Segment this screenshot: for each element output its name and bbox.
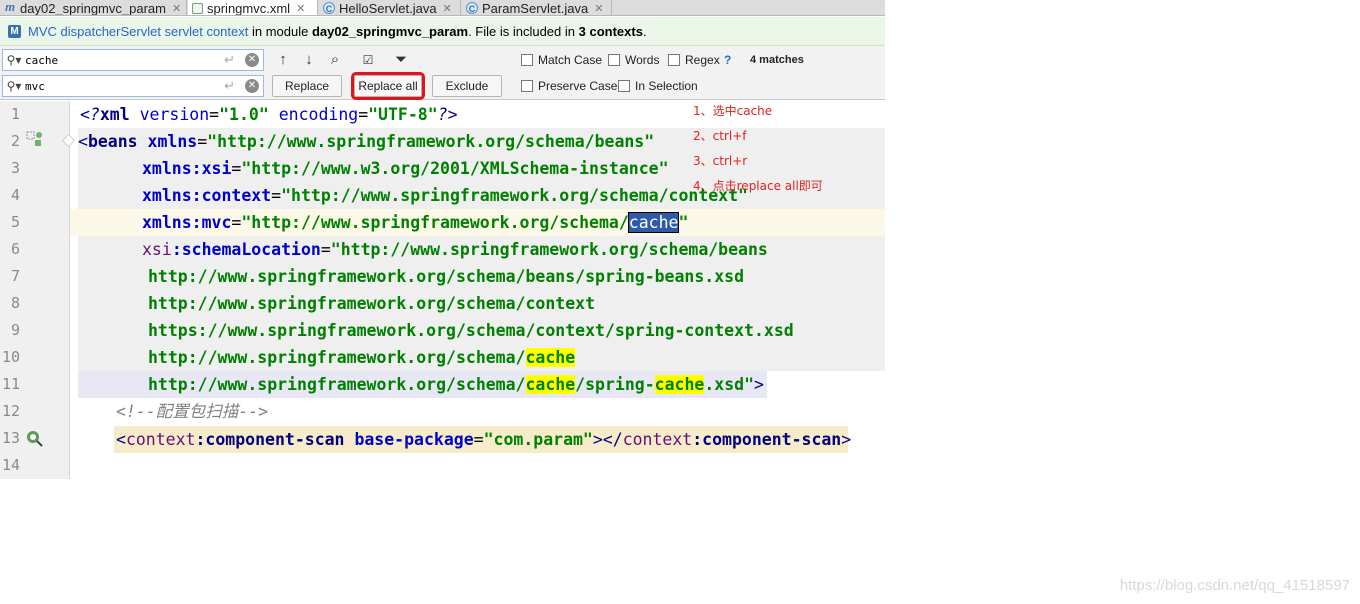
match-case-label: Match Case xyxy=(538,53,603,67)
line-number[interactable]: 1 xyxy=(0,101,20,128)
previous-occurrence-icon[interactable]: ↑ xyxy=(272,50,294,70)
replace-all-button[interactable]: Replace all xyxy=(351,72,425,100)
search-input[interactable] xyxy=(25,53,205,67)
code-line-9[interactable]: https://www.springframework.org/schema/c… xyxy=(148,317,794,344)
line-number[interactable]: 9 xyxy=(0,317,20,344)
close-icon[interactable]: ✕ xyxy=(443,2,452,15)
replace-field[interactable]: ⚲▾ ↵ ✕ xyxy=(2,75,264,97)
filter-icon[interactable]: ⏷ xyxy=(390,50,412,70)
xml-file-icon xyxy=(192,2,203,14)
instruction-step-2: 2、ctrl+f xyxy=(693,129,747,143)
code-line-7[interactable]: http://www.springframework.org/schema/be… xyxy=(148,263,744,290)
code-line-12[interactable]: <!--配置包扫描--> xyxy=(116,398,268,425)
checkbox-box[interactable] xyxy=(608,54,620,66)
tab-day02-springmvc-param[interactable]: m day02_springmvc_param ✕ xyxy=(0,0,187,16)
replace-history-icon[interactable]: ⚲▾ xyxy=(3,79,25,93)
checkbox-box[interactable] xyxy=(618,80,630,92)
next-occurrence-icon[interactable]: ↓ xyxy=(298,50,320,70)
regex-checkbox[interactable]: Regex xyxy=(668,53,720,67)
clear-icon[interactable]: ✕ xyxy=(245,53,259,67)
tab-paramservlet-java[interactable]: C ParamServlet.java ✕ xyxy=(462,0,612,16)
banner-text: . File is included in xyxy=(468,23,579,39)
checkbox-box[interactable] xyxy=(521,54,533,66)
context-link[interactable]: MVC dispatcherServlet servlet context xyxy=(28,24,248,39)
close-icon[interactable]: ✕ xyxy=(172,2,181,15)
search-history-icon[interactable]: ⚲▾ xyxy=(3,53,25,67)
match-count: 4 matches xyxy=(750,54,804,66)
banner-text: in module xyxy=(248,23,312,39)
checkbox-box[interactable] xyxy=(521,80,533,92)
regex-label: Regex xyxy=(685,53,720,67)
words-label: Words xyxy=(625,53,660,67)
java-class-icon: C xyxy=(466,2,478,14)
code-line-10[interactable]: http://www.springframework.org/schema/ca… xyxy=(148,344,576,371)
close-icon[interactable]: ✕ xyxy=(594,2,603,15)
component-scan-icon[interactable] xyxy=(25,428,45,448)
code-line-2[interactable]: <beans xmlns="http://www.springframework… xyxy=(78,128,654,155)
search-match: cache xyxy=(654,375,705,394)
line-number[interactable]: 12 xyxy=(0,398,20,425)
code-line-13[interactable]: <context:component-scan base-package="co… xyxy=(116,426,851,453)
line-number[interactable]: 6 xyxy=(0,236,20,263)
in-selection-checkbox[interactable]: In Selection xyxy=(618,79,698,93)
line-number[interactable]: 8 xyxy=(0,290,20,317)
line-number[interactable]: 5 xyxy=(0,209,20,236)
code-line-3[interactable]: xmlns:xsi="http://www.w3.org/2001/XMLSch… xyxy=(142,155,669,182)
newline-icon[interactable]: ↵ xyxy=(224,78,235,94)
code-line-11[interactable]: http://www.springframework.org/schema/ca… xyxy=(148,371,764,398)
maven-module-icon: m xyxy=(5,2,15,14)
line-number[interactable]: 11 xyxy=(0,371,20,398)
line-number[interactable]: 14 xyxy=(0,452,20,479)
find-replace-panel: ⚲▾ ↵ ✕ ⚲▾ ↵ ✕ ↑ ↓ ⌕ ☑ ⏷ Replace Replace … xyxy=(0,46,885,100)
tab-springmvc-xml[interactable]: springmvc.xml ✕ xyxy=(188,0,318,16)
exclude-button[interactable]: Exclude xyxy=(432,75,502,97)
line-number[interactable]: 3 xyxy=(0,155,20,182)
clear-icon[interactable]: ✕ xyxy=(245,79,259,93)
line-number[interactable]: 7 xyxy=(0,263,20,290)
code-line-6[interactable]: xsi:schemaLocation="http://www.springfra… xyxy=(142,236,768,263)
preserve-case-label: Preserve Case xyxy=(538,79,618,93)
tab-helloservlet-java[interactable]: C HelloServlet.java ✕ xyxy=(319,0,461,16)
module-name: day02_springmvc_param xyxy=(311,23,469,39)
code-line-8[interactable]: http://www.springframework.org/schema/co… xyxy=(148,290,595,317)
line-number[interactable]: 10 xyxy=(0,344,20,371)
line-number[interactable]: 2 xyxy=(0,128,20,155)
checkbox-box[interactable] xyxy=(668,54,680,66)
close-icon[interactable]: ✕ xyxy=(296,2,305,15)
words-checkbox[interactable]: Words xyxy=(608,53,659,67)
in-selection-label: In Selection xyxy=(635,79,698,93)
spring-beans-icon[interactable] xyxy=(25,130,45,150)
context-banner: M MVC dispatcherServlet servlet context … xyxy=(0,17,885,46)
selected-text: cache xyxy=(627,212,680,233)
java-class-icon: C xyxy=(323,2,335,14)
banner-text: . xyxy=(642,23,647,39)
instruction-step-3: 3、ctrl+r xyxy=(693,154,748,168)
match-case-checkbox[interactable]: Match Case xyxy=(521,53,602,67)
select-all-occurrences-icon[interactable]: ☑ xyxy=(357,50,379,70)
line-number[interactable]: 4 xyxy=(0,182,20,209)
instruction-step-4: 4、点击replace all即可 xyxy=(693,179,823,193)
tab-label: HelloServlet.java xyxy=(339,0,437,16)
spring-context-icon: M xyxy=(8,24,21,38)
code-line-1[interactable]: <?xml version="1.0" encoding="UTF-8"?> xyxy=(80,101,458,128)
editor-tab-bar: m day02_springmvc_param ✕ springmvc.xml … xyxy=(0,0,885,16)
tab-label: day02_springmvc_param xyxy=(20,0,166,16)
regex-help-link[interactable]: ? xyxy=(724,53,731,67)
contexts-count: 3 contexts xyxy=(578,23,643,39)
find-all-icon[interactable]: ⌕ xyxy=(324,50,346,70)
line-number[interactable]: 13 xyxy=(0,425,20,452)
code-line-5[interactable]: xmlns:mvc="http://www.springframework.or… xyxy=(142,209,688,236)
preserve-case-checkbox[interactable]: Preserve Case xyxy=(521,79,617,93)
tab-label: ParamServlet.java xyxy=(482,0,589,16)
instruction-step-1: 1、选中cache xyxy=(693,104,773,118)
code-line-4[interactable]: xmlns:context="http://www.springframewor… xyxy=(142,182,748,209)
replace-button[interactable]: Replace xyxy=(272,75,342,97)
search-match: cache xyxy=(525,375,576,394)
replace-input[interactable] xyxy=(25,79,205,93)
watermark: https://blog.csdn.net/qq_41518597 xyxy=(1119,577,1350,594)
search-match: cache xyxy=(525,348,576,367)
newline-icon[interactable]: ↵ xyxy=(224,52,235,68)
search-field[interactable]: ⚲▾ ↵ ✕ xyxy=(2,49,264,71)
tab-label: springmvc.xml xyxy=(207,0,291,16)
